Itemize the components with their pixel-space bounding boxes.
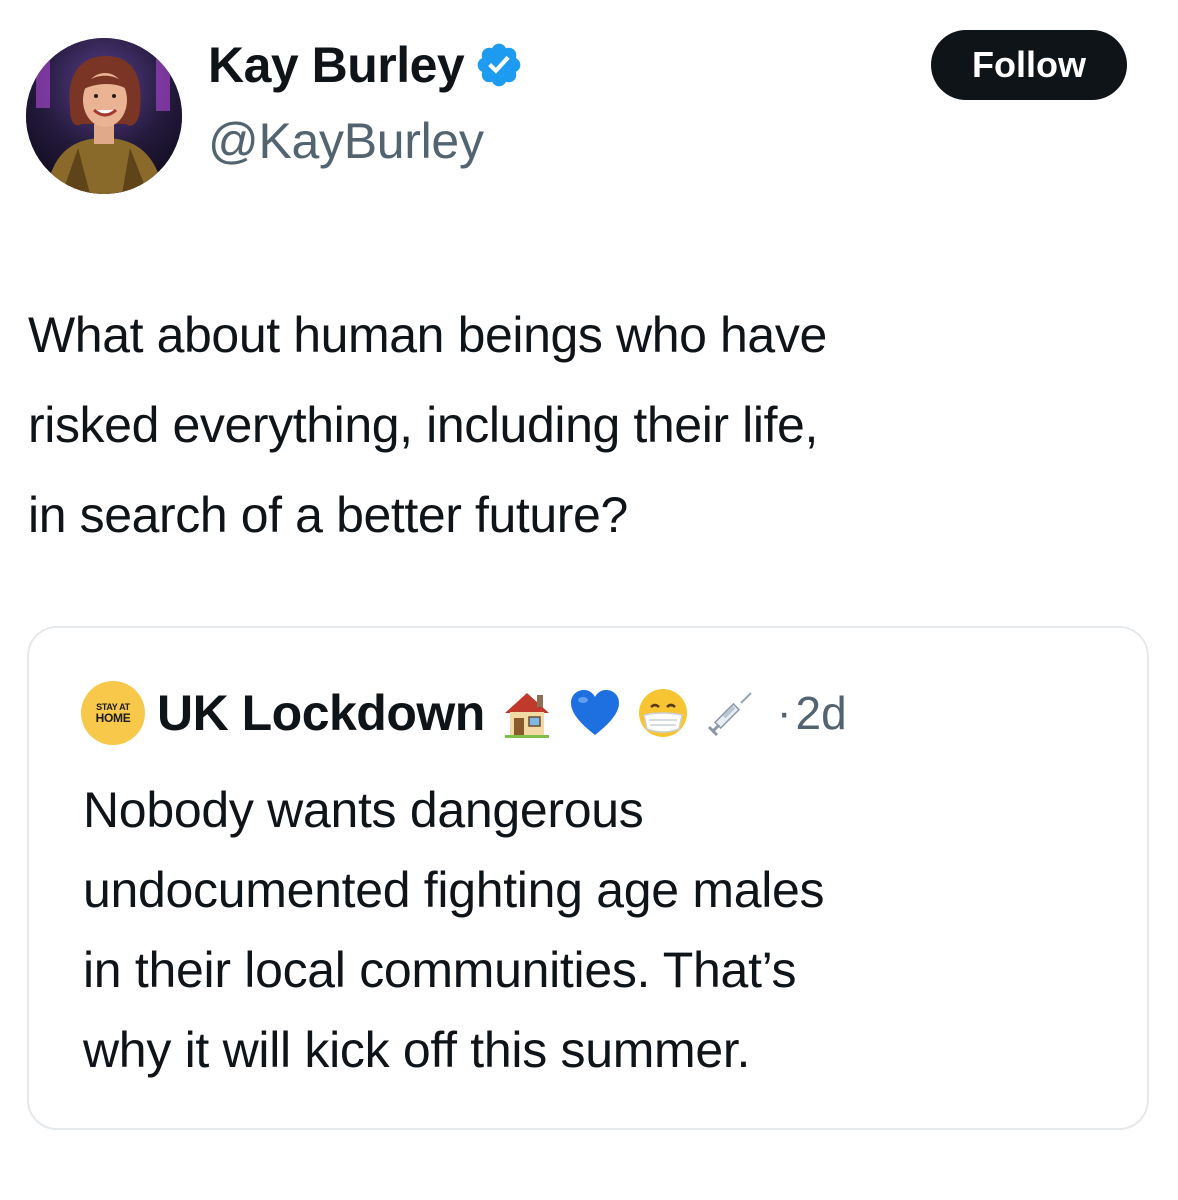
quoted-timestamp[interactable]: 2d bbox=[795, 686, 846, 740]
quoted-text-line: why it will kick off this summer. bbox=[83, 1022, 751, 1078]
face-with-mask-emoji-icon bbox=[635, 685, 691, 741]
tweet-page: Kay Burley @KayBurley Follow What about … bbox=[0, 0, 1178, 1200]
profile-photo-icon bbox=[26, 38, 182, 194]
quoted-tweet-card[interactable]: STAY AT HOME UK Lockdown · 2d Nobody wan… bbox=[27, 626, 1149, 1130]
verified-badge-icon bbox=[474, 40, 524, 90]
author-display-name[interactable]: Kay Burley bbox=[208, 36, 465, 94]
tweet-text-line: risked everything, including their life, bbox=[28, 397, 818, 453]
quoted-text-line: Nobody wants dangerous bbox=[83, 782, 644, 838]
author-name-row: Kay Burley bbox=[208, 32, 524, 98]
quoted-text-line: undocumented fighting age males bbox=[83, 862, 825, 918]
quoted-avatar-text: HOME bbox=[95, 710, 131, 725]
author-avatar[interactable] bbox=[26, 38, 182, 194]
quoted-tweet-text: Nobody wants dangerous undocumented figh… bbox=[83, 770, 1123, 1090]
tweet-text-line: in search of a better future? bbox=[28, 487, 628, 543]
quoted-author-name[interactable]: UK Lockdown bbox=[157, 684, 485, 742]
quoted-tweet-header: STAY AT HOME UK Lockdown · 2d bbox=[81, 678, 847, 748]
author-handle[interactable]: @KayBurley bbox=[208, 112, 484, 170]
quoted-text-line: in their local communities. That’s bbox=[83, 942, 797, 998]
blue-heart-emoji-icon bbox=[567, 685, 623, 741]
syringe-emoji-icon bbox=[703, 685, 759, 741]
tweet-text: What about human beings who have risked … bbox=[28, 290, 1148, 560]
follow-button[interactable]: Follow bbox=[931, 30, 1127, 100]
quoted-author-avatar[interactable]: STAY AT HOME bbox=[81, 681, 145, 745]
tweet-text-line: What about human beings who have bbox=[28, 307, 827, 363]
house-emoji-icon bbox=[499, 685, 555, 741]
timestamp-separator: · bbox=[776, 688, 792, 737]
